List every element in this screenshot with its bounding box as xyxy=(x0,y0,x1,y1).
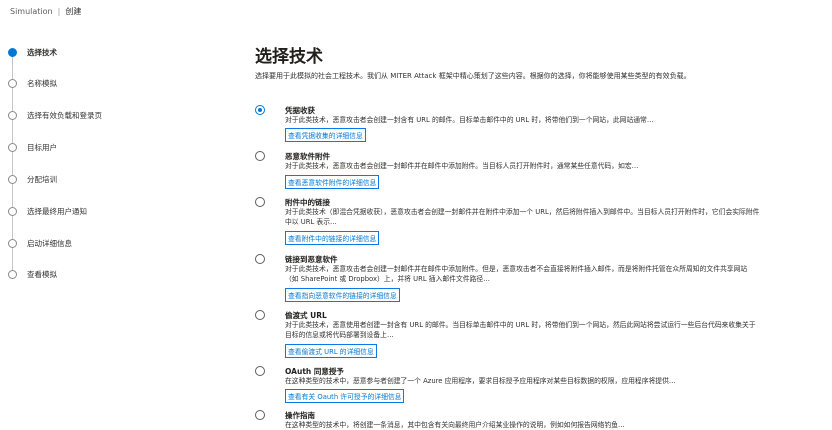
step-review-simulation[interactable]: 查看模拟 xyxy=(8,267,57,281)
option-details-link[interactable]: 查看凭据收集的详细信息 xyxy=(285,128,366,142)
breadcrumb-separator: | xyxy=(57,6,61,16)
radio-button[interactable] xyxy=(255,310,265,320)
step-dot-icon xyxy=(8,206,17,216)
option-details-link[interactable]: 查看偷渡式 URL 的详细信息 xyxy=(285,344,377,358)
step-label: 目标用户 xyxy=(27,142,57,152)
step-dot-icon xyxy=(8,110,17,120)
option-description: 在这种类型的技术中，恶意参与者创建了一个 Azure 应用程序，要求目标授予应用… xyxy=(285,377,676,385)
radio-button[interactable] xyxy=(255,105,265,115)
step-assign-training[interactable]: 分配培训 xyxy=(8,172,57,186)
step-dot-icon xyxy=(8,78,17,88)
radio-button[interactable] xyxy=(255,197,265,207)
option-description: 对于此类技术，恶意攻击者会创建一封含有 URL 的邮件。目标单击邮件中的 URL… xyxy=(285,116,654,124)
step-label: 分配培训 xyxy=(27,174,57,184)
step-dot-icon xyxy=(8,174,17,184)
option-description: 对于此类技术，恶意使用者创建一封含有 URL 的邮件。当目标单击邮件中的 URL… xyxy=(285,321,756,339)
option-details-link[interactable]: 查看有关 Oauth 许可授予的详细信息 xyxy=(285,389,405,403)
option-description: 对于此类技术，恶意攻击者会创建一封邮件并在邮件中添加附件。但是，恶意攻击者不会直… xyxy=(285,265,748,283)
step-select-payload[interactable]: 选择有效负载和登录页 xyxy=(8,108,102,122)
step-launch-details[interactable]: 启动详细信息 xyxy=(8,236,72,250)
step-dot-icon xyxy=(8,238,17,248)
option-description: 对于此类技术，恶意攻击者会创建一封邮件并在邮件中添加附件。当目标人员打开附件时，… xyxy=(285,162,639,170)
step-dot-icon xyxy=(8,269,17,279)
page-title: 选择技术 xyxy=(255,47,323,67)
breadcrumb-current: 创建 xyxy=(65,6,82,16)
radio-button[interactable] xyxy=(255,254,265,264)
radio-button[interactable] xyxy=(255,366,265,376)
step-end-user-notification[interactable]: 选择最终用户通知 xyxy=(8,204,87,218)
option-description: 在这种类型的技术中，将创建一条消息，其中包含有关向最终用户介绍某业操作的说明，例… xyxy=(285,421,625,429)
step-label: 选择最终用户通知 xyxy=(27,206,87,216)
option-details-link[interactable]: 查看附件中的链接的详细信息 xyxy=(285,231,380,245)
step-label: 查看模拟 xyxy=(27,269,57,279)
step-target-users[interactable]: 目标用户 xyxy=(8,140,57,154)
option-description: 对于此类技术（即混合凭据收获），恶意攻击者会创建一封邮件并在附件中添加一个 UR… xyxy=(285,208,760,226)
step-label: 选择技术 xyxy=(27,47,57,57)
radio-button[interactable] xyxy=(255,410,265,420)
step-label: 启动详细信息 xyxy=(27,238,72,248)
step-name-simulation[interactable]: 名称模拟 xyxy=(8,76,57,90)
radio-button[interactable] xyxy=(255,151,265,161)
option-details-link[interactable]: 查看指向恶意软件的链接的详细信息 xyxy=(285,288,400,302)
breadcrumb-root[interactable]: Simulation xyxy=(10,7,53,16)
step-select-technique[interactable]: 选择技术 xyxy=(8,45,57,59)
step-label: 名称模拟 xyxy=(27,78,57,88)
step-label: 选择有效负载和登录页 xyxy=(27,110,102,120)
step-dot-icon xyxy=(8,47,17,57)
option-details-link[interactable]: 查看恶意软件附件的详细信息 xyxy=(285,175,380,189)
page-subtitle: 选择要用于此模拟的社会工程技术。我们从 MITER Attack 框架中精心策划… xyxy=(255,72,691,80)
breadcrumb: Simulation | 创建 xyxy=(0,0,832,22)
step-dot-icon xyxy=(8,142,17,152)
